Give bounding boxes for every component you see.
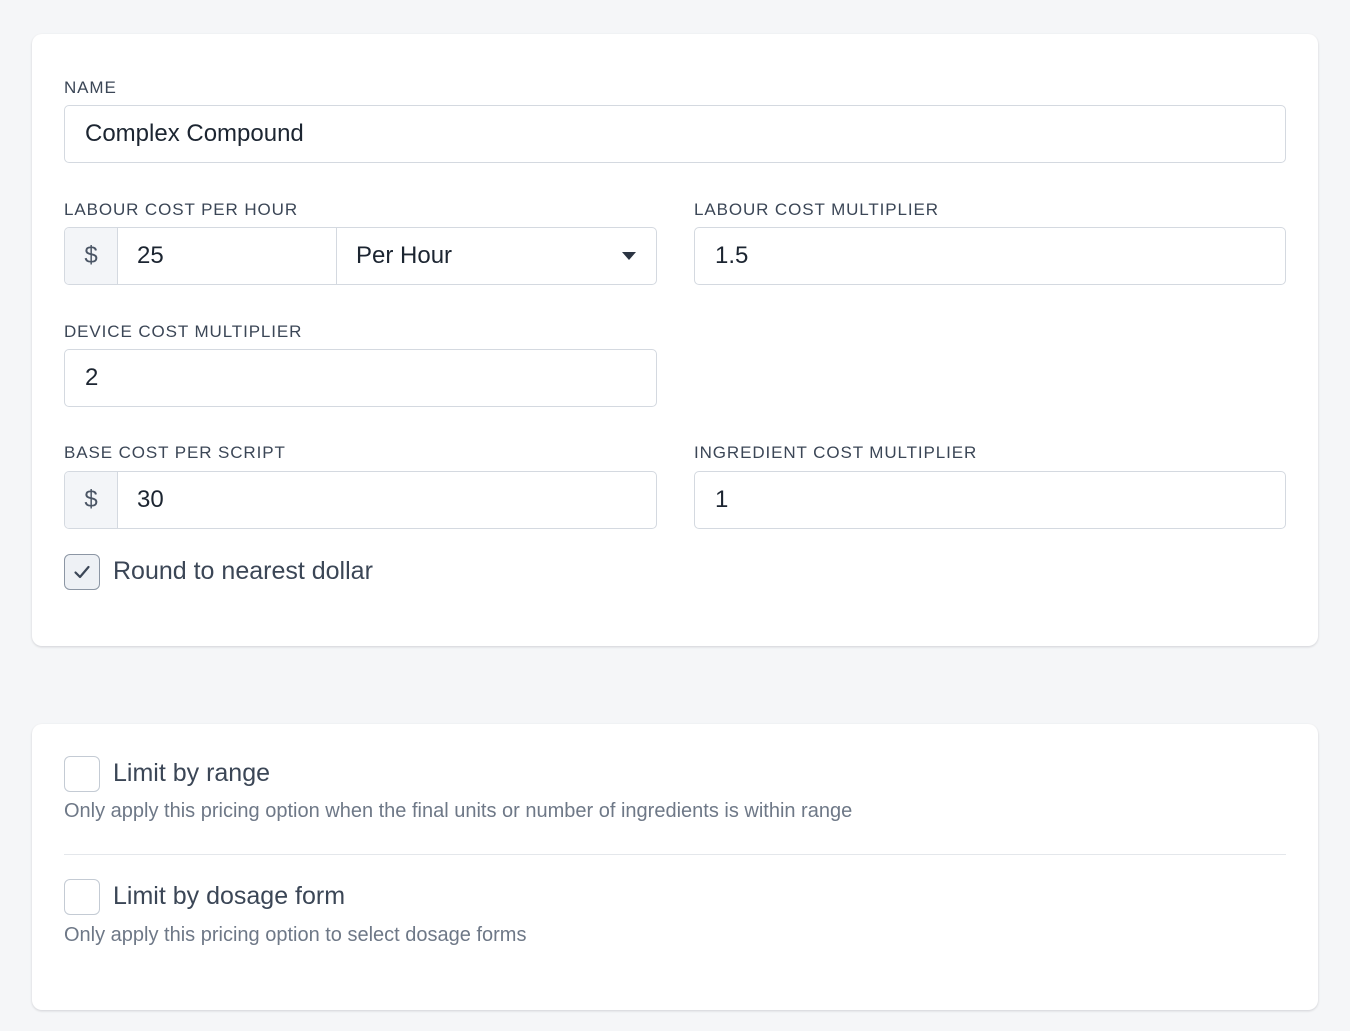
labour-cost-per-hour-group: $ 25 Per Hour <box>64 227 657 285</box>
name-label: NAME <box>64 78 117 97</box>
check-icon <box>74 565 90 579</box>
device-cost-multiplier-input[interactable]: 2 <box>64 349 657 407</box>
labour-cost-multiplier-label: LABOUR COST MULTIPLIER <box>694 200 939 219</box>
labour-cost-per-hour-input[interactable]: 25 <box>118 228 337 284</box>
pricing-details-card: NAME Complex Compound LABOUR COST PER HO… <box>32 34 1318 646</box>
labour-cost-multiplier-value: 1.5 <box>715 242 749 269</box>
limit-by-range-checkbox[interactable] <box>64 756 100 792</box>
base-cost-per-script-value: 30 <box>137 486 164 513</box>
labour-cost-per-hour-label: LABOUR COST PER HOUR <box>64 200 299 219</box>
pricing-limits-card: Limit by range Only apply this pricing o… <box>32 724 1318 1010</box>
limit-by-dosage-form-help: Only apply this pricing option to select… <box>64 924 527 946</box>
base-cost-per-script-group: $ 30 <box>64 471 657 529</box>
limit-by-range-help: Only apply this pricing option when the … <box>64 800 853 822</box>
device-cost-multiplier-value: 2 <box>85 364 99 391</box>
currency-addon: $ <box>65 228 118 284</box>
ingredient-cost-multiplier-value: 1 <box>715 486 729 513</box>
labour-cost-multiplier-input[interactable]: 1.5 <box>694 227 1286 285</box>
name-input[interactable]: Complex Compound <box>64 105 1286 163</box>
base-cost-per-script-input[interactable]: 30 <box>118 472 656 528</box>
currency-addon: $ <box>65 472 118 528</box>
labour-cost-per-hour-value: 25 <box>137 242 164 269</box>
labour-cost-unit-value: Per Hour <box>356 242 453 269</box>
round-to-nearest-dollar-label[interactable]: Round to nearest dollar <box>113 557 373 586</box>
limit-by-dosage-form-checkbox[interactable] <box>64 879 100 915</box>
round-to-nearest-dollar-checkbox[interactable] <box>64 554 100 590</box>
limit-by-dosage-form-label[interactable]: Limit by dosage form <box>113 882 345 911</box>
ingredient-cost-multiplier-label: INGREDIENT COST MULTIPLIER <box>694 443 978 462</box>
ingredient-cost-multiplier-input[interactable]: 1 <box>694 471 1286 529</box>
base-cost-per-script-label: BASE COST PER SCRIPT <box>64 443 286 462</box>
name-input-value: Complex Compound <box>85 120 304 147</box>
device-cost-multiplier-label: DEVICE COST MULTIPLIER <box>64 322 303 341</box>
caret-down-icon <box>622 252 636 260</box>
labour-cost-unit-select[interactable]: Per Hour <box>337 228 656 284</box>
limit-by-range-label[interactable]: Limit by range <box>113 759 270 788</box>
divider <box>64 854 1286 855</box>
